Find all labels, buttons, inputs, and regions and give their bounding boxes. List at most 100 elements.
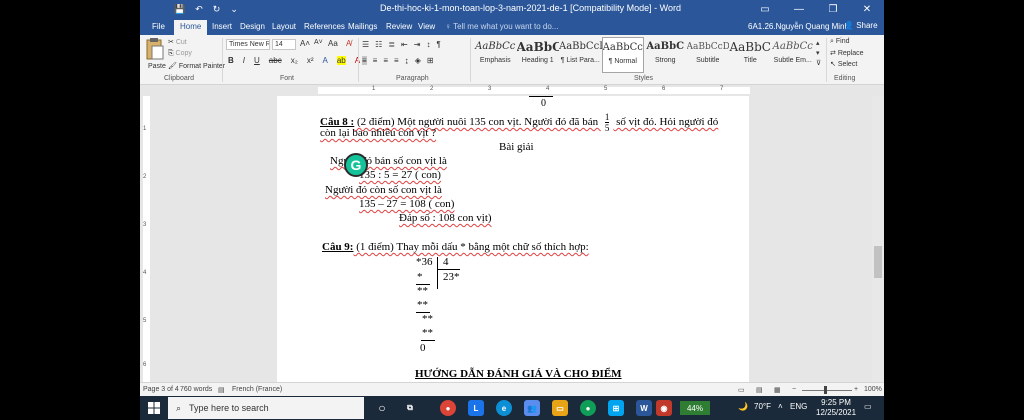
edge-icon[interactable]: e <box>496 400 512 416</box>
store-icon[interactable]: ⊞ <box>608 400 624 416</box>
font-name-box[interactable]: Times New R <box>226 39 270 50</box>
paste-icon[interactable] <box>144 37 164 61</box>
find-button[interactable]: ⌕ Find <box>830 38 850 46</box>
language-status[interactable]: French (France) <box>232 386 282 393</box>
tell-me-box[interactable]: ♀ Tell me what you want to do... <box>445 22 558 31</box>
justify-icon[interactable]: ≡ <box>394 56 399 65</box>
multilevel-list-icon[interactable]: ≣ <box>388 40 395 49</box>
clear-formatting-icon[interactable]: A̸ <box>346 39 351 48</box>
zoom-slider[interactable] <box>802 390 852 391</box>
tab-file[interactable]: File <box>146 20 171 35</box>
share-button[interactable]: 👤 Share <box>844 21 878 30</box>
tab-view[interactable]: View <box>412 20 441 35</box>
battery-indicator[interactable]: 44% <box>680 401 710 415</box>
customize-qa-icon[interactable]: ⌄ <box>230 4 238 15</box>
zoom-slider-thumb[interactable] <box>824 386 827 394</box>
shrink-font-icon[interactable]: A˅ <box>314 39 323 46</box>
windows-start-icon[interactable] <box>148 402 160 414</box>
bold-button[interactable]: B <box>228 56 234 65</box>
decrease-indent-icon[interactable]: ⇤ <box>401 40 408 49</box>
styles-scroll-up-icon[interactable]: ▴ <box>816 39 820 47</box>
user-name[interactable]: 6A1.26.Nguyễn Quang Minh <box>748 22 849 31</box>
copy-button[interactable]: ⎘ Copy <box>168 50 192 58</box>
format-painter-button[interactable]: 🖌 Format Painter <box>168 62 225 70</box>
read-mode-icon[interactable]: ▭ <box>738 386 745 394</box>
highlight-icon[interactable]: ab <box>336 56 346 65</box>
clock[interactable]: 9:25 PM 12/25/2021 <box>816 398 856 418</box>
app-icon[interactable]: ◉ <box>656 400 672 416</box>
word-taskbar-icon[interactable]: W <box>636 400 652 416</box>
tab-home[interactable]: Home <box>174 20 208 35</box>
l-app-icon[interactable]: L <box>468 400 484 416</box>
change-case-icon[interactable]: Aa <box>328 39 338 48</box>
styles-more-icon[interactable]: ⊽ <box>816 59 821 67</box>
restore-button[interactable]: ❐ <box>816 0 850 18</box>
font-size-box[interactable]: 14 <box>272 39 296 50</box>
style-subtle-emphasis[interactable]: AaBbCc Subtle Em... <box>772 37 815 73</box>
zoom-out-icon[interactable]: − <box>792 386 796 393</box>
horizontal-ruler[interactable]: 1 2 3 4 5 6 7 <box>140 85 884 96</box>
styles-scroll-down-icon[interactable]: ▾ <box>816 49 820 57</box>
style-subtitle[interactable]: AaBbCcD Subtitle <box>687 37 730 73</box>
style-emphasis[interactable]: AaBbCc Emphasis <box>474 37 517 73</box>
print-layout-icon[interactable]: ▤ <box>756 386 763 394</box>
replace-button[interactable]: ⇄ Replace <box>830 49 864 57</box>
vertical-ruler[interactable]: 1 2 3 4 5 6 <box>140 96 152 382</box>
people-icon[interactable]: 👥 <box>524 400 540 416</box>
shading-icon[interactable]: ◈ <box>415 56 421 65</box>
chrome-icon[interactable]: ● <box>440 400 456 416</box>
save-icon[interactable]: 💾 <box>174 4 185 15</box>
style-list-paragraph[interactable]: AaBbCcI ¶ List Para... <box>559 37 602 73</box>
superscript-button[interactable]: x² <box>307 56 314 65</box>
pilcrow-icon[interactable]: ¶ <box>436 40 440 49</box>
web-layout-icon[interactable]: ▦ <box>774 386 781 394</box>
grammarly-icon[interactable]: G <box>344 153 368 177</box>
align-left-icon[interactable]: ≡ <box>362 56 367 65</box>
vertical-scrollbar[interactable] <box>872 96 884 382</box>
zoom-in-icon[interactable]: + <box>854 386 858 393</box>
text-effects-icon[interactable]: A <box>322 56 327 65</box>
weather-temp[interactable]: 70°F <box>754 402 771 411</box>
cortana-icon[interactable]: ○ <box>374 400 390 416</box>
align-center-icon[interactable]: ≡ <box>373 56 378 65</box>
scrollbar-thumb[interactable] <box>874 246 882 278</box>
subscript-button[interactable]: x₂ <box>291 56 298 65</box>
style-title[interactable]: AaBbC Title <box>729 37 772 73</box>
cut-button[interactable]: ✂ Cut <box>168 38 187 46</box>
strikethrough-button[interactable]: abc <box>269 56 282 65</box>
weather-icon[interactable]: 🌙 <box>738 402 748 411</box>
select-button[interactable]: ↖ Select <box>830 60 857 68</box>
style-normal[interactable]: AaBbCc ¶ Normal <box>601 37 644 73</box>
redo-icon[interactable]: ↻ <box>213 4 221 15</box>
underline-button[interactable]: U <box>254 56 260 65</box>
task-view-icon[interactable]: ⧉ <box>402 400 418 416</box>
numbering-icon[interactable]: ☷ <box>375 40 382 49</box>
bullets-icon[interactable]: ☰ <box>362 40 369 49</box>
borders-icon[interactable]: ⊞ <box>427 56 434 65</box>
italic-button[interactable]: I <box>243 56 245 65</box>
close-button[interactable]: ✕ <box>850 0 884 18</box>
word-count[interactable]: 760 words <box>180 386 212 393</box>
ribbon-display-options-icon[interactable]: ▭ <box>748 0 782 18</box>
tab-layout[interactable]: Layout <box>266 20 302 35</box>
grow-font-icon[interactable]: A˄ <box>300 39 310 48</box>
style-strong[interactable]: AaBbC Strong <box>644 37 687 73</box>
zoom-level[interactable]: 100% <box>864 386 882 393</box>
file-explorer-icon[interactable]: ▭ <box>552 400 568 416</box>
tray-chevron-icon[interactable]: ˄ <box>778 402 783 411</box>
style-heading-1[interactable]: AaBbC Heading 1 <box>517 37 560 73</box>
align-right-icon[interactable]: ≡ <box>383 56 388 65</box>
sort-icon[interactable]: ↕ <box>426 40 430 49</box>
proofing-icon[interactable]: ▤ <box>218 386 225 394</box>
tab-mailings[interactable]: Mailings <box>342 20 383 35</box>
undo-icon[interactable]: ↶ <box>195 4 203 15</box>
paste-label[interactable]: Paste <box>148 63 166 70</box>
notification-icon[interactable]: ▭ <box>864 402 872 411</box>
document-page[interactable]: 0 Câu 8 : (2 điểm) Một người nuôi 135 co… <box>277 96 749 382</box>
line-spacing-icon[interactable]: ↨ <box>405 56 409 65</box>
language-indicator[interactable]: ENG <box>790 402 807 411</box>
taskbar-search-box[interactable]: ⌕ Type here to search <box>168 397 364 419</box>
increase-indent-icon[interactable]: ⇥ <box>414 40 421 49</box>
page-count[interactable]: Page 3 of 4 <box>143 386 179 393</box>
minimize-button[interactable]: — <box>782 0 816 18</box>
